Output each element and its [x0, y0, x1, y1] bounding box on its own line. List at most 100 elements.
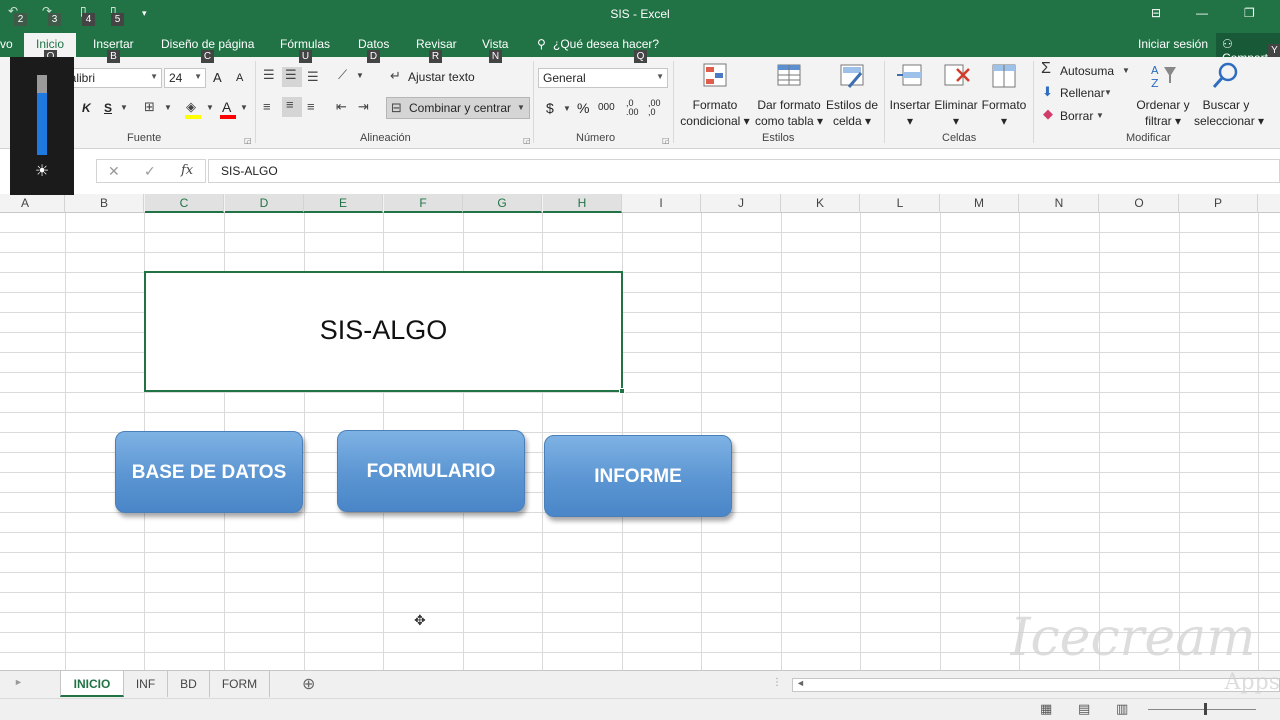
- chevron-down-icon[interactable]: ▼: [120, 103, 128, 112]
- formula-input[interactable]: SIS-ALGO: [208, 159, 1280, 183]
- dialog-launcher-icon[interactable]: ◲: [662, 136, 670, 145]
- find-select-button[interactable]: Buscar y seleccionar ▾: [1194, 61, 1264, 129]
- currency-button[interactable]: $: [546, 100, 554, 116]
- sheet-tab-bd[interactable]: BD: [168, 671, 210, 697]
- scroll-left-icon[interactable]: ◄: [796, 678, 805, 688]
- restore-icon[interactable]: ❐: [1244, 6, 1255, 20]
- ribbon-display-options-icon[interactable]: ⊟: [1151, 6, 1161, 20]
- tab-datos[interactable]: Datos: [358, 37, 389, 51]
- enter-icon[interactable]: ✓: [144, 163, 156, 180]
- formulario-button[interactable]: FORMULARIO: [337, 430, 525, 512]
- column-header-f[interactable]: F: [384, 194, 463, 213]
- column-header-m[interactable]: M: [940, 194, 1019, 213]
- align-bottom-icon[interactable]: ☰: [307, 69, 319, 85]
- column-header-d[interactable]: D: [225, 194, 304, 213]
- conditional-format-button[interactable]: Formato condicional ▾: [678, 61, 752, 129]
- brightness-slider[interactable]: [37, 75, 47, 155]
- align-left-icon[interactable]: ≡: [263, 99, 271, 114]
- column-header-n[interactable]: N: [1020, 194, 1099, 213]
- cell-styles-button[interactable]: Estilos de celda ▾: [826, 61, 878, 129]
- sort-filter-button[interactable]: AZ Ordenar y filtrar ▾: [1134, 61, 1192, 129]
- worksheet-grid[interactable]: SIS-ALGO BASE DE DATOS FORMULARIO INFORM…: [0, 213, 1280, 670]
- tab-revisar[interactable]: Revisar: [416, 37, 457, 51]
- tab-diseno-pagina[interactable]: Diseño de página: [161, 37, 254, 51]
- autosum-button[interactable]: Autosuma: [1060, 64, 1114, 78]
- dialog-launcher-icon[interactable]: ◲: [244, 136, 252, 145]
- number-format-combo[interactable]: General ▼: [538, 68, 668, 88]
- column-header-e[interactable]: E: [304, 194, 383, 213]
- thousands-button[interactable]: 000: [598, 102, 615, 113]
- zoom-slider[interactable]: [1148, 709, 1256, 710]
- fill-down-icon[interactable]: ⬇: [1042, 84, 1053, 100]
- underline-button[interactable]: S: [104, 101, 112, 115]
- decrease-decimal-button[interactable]: ,00 ,0: [648, 99, 668, 117]
- chevron-down-icon[interactable]: ▼: [206, 103, 214, 112]
- chevron-down-icon[interactable]: ▼: [1096, 111, 1104, 120]
- column-header-a[interactable]: A: [0, 194, 65, 213]
- column-header-p[interactable]: P: [1179, 194, 1258, 213]
- chevron-down-icon[interactable]: ▼: [240, 103, 248, 112]
- fill-button[interactable]: Rellenar: [1060, 86, 1105, 100]
- chevron-down-icon[interactable]: ▼: [164, 103, 172, 112]
- column-header-g[interactable]: G: [463, 194, 542, 213]
- tab-insertar[interactable]: Insertar: [93, 37, 134, 51]
- align-right-icon[interactable]: ≡: [307, 99, 315, 114]
- chevron-down-icon[interactable]: ▼: [563, 104, 571, 113]
- sheet-tab-inicio[interactable]: INICIO: [60, 671, 124, 697]
- font-size-combo[interactable]: 24 ▼: [164, 68, 206, 88]
- dialog-launcher-icon[interactable]: ◲: [523, 136, 531, 145]
- column-header-h[interactable]: H: [543, 194, 622, 213]
- sign-in-link[interactable]: Iniciar sesión: [1138, 37, 1208, 51]
- increase-indent-icon[interactable]: ⇥: [358, 99, 369, 115]
- tab-archivo[interactable]: vo: [0, 37, 13, 51]
- fill-color-icon[interactable]: ◈: [186, 99, 196, 115]
- increase-decimal-button[interactable]: ,0 .00: [626, 99, 646, 117]
- sheet-tab-inf[interactable]: INF: [124, 671, 168, 697]
- align-middle-icon[interactable]: ☰: [282, 67, 302, 87]
- base-de-datos-button[interactable]: BASE DE DATOS: [115, 431, 303, 513]
- chevron-down-icon[interactable]: ▼: [1122, 66, 1130, 75]
- column-header-c[interactable]: C: [145, 194, 224, 213]
- splitter-icon[interactable]: ⋮: [772, 677, 782, 688]
- align-top-icon[interactable]: ☰: [263, 67, 275, 83]
- column-header-j[interactable]: J: [702, 194, 781, 213]
- cancel-icon[interactable]: ✕: [108, 163, 120, 180]
- grow-font-button[interactable]: A: [213, 70, 222, 85]
- chevron-down-icon[interactable]: ▼: [1104, 88, 1112, 97]
- borders-icon[interactable]: ⊞: [144, 99, 155, 115]
- insert-function-icon[interactable]: fx: [181, 163, 193, 178]
- italic-button[interactable]: K: [82, 101, 91, 115]
- tell-me-input[interactable]: ¿Qué desea hacer?: [553, 37, 659, 51]
- fill-handle[interactable]: [619, 388, 625, 394]
- insert-cells-button[interactable]: Insertar ▾: [888, 61, 932, 129]
- wrap-text-button[interactable]: Ajustar texto: [408, 70, 475, 84]
- format-cells-button[interactable]: Formato ▾: [980, 61, 1028, 129]
- autosum-icon[interactable]: Σ: [1041, 60, 1051, 78]
- delete-cells-button[interactable]: Eliminar ▾: [934, 61, 978, 129]
- add-sheet-icon[interactable]: ⊕: [302, 674, 315, 694]
- minimize-icon[interactable]: —: [1196, 6, 1208, 20]
- font-color-button[interactable]: A: [222, 99, 231, 115]
- column-header-o[interactable]: O: [1100, 194, 1179, 213]
- informe-button[interactable]: INFORME: [544, 435, 732, 517]
- format-as-table-button[interactable]: Dar formato como tabla ▾: [754, 61, 824, 129]
- shrink-font-button[interactable]: A: [236, 72, 243, 84]
- merge-center-button[interactable]: ⊟ Combinar y centrar ▼: [386, 97, 530, 119]
- column-header-l[interactable]: L: [861, 194, 940, 213]
- column-header-b[interactable]: B: [65, 194, 144, 213]
- percent-button[interactable]: %: [577, 100, 589, 116]
- merged-cell-title[interactable]: SIS-ALGO: [144, 271, 625, 394]
- scroll-sheets-icon[interactable]: ►: [14, 677, 23, 687]
- clear-button[interactable]: Borrar: [1060, 109, 1093, 123]
- orientation-icon[interactable]: ⟋: [338, 67, 347, 83]
- align-center-icon[interactable]: ≡: [282, 97, 302, 117]
- tab-vista[interactable]: Vista: [482, 37, 508, 51]
- column-header-i[interactable]: I: [622, 194, 701, 213]
- decrease-indent-icon[interactable]: ⇤: [336, 99, 347, 115]
- chevron-down-icon[interactable]: ▼: [356, 71, 364, 80]
- sheet-tab-form[interactable]: FORM: [210, 671, 270, 697]
- eraser-icon[interactable]: ◆: [1043, 106, 1053, 122]
- column-header-k[interactable]: K: [781, 194, 860, 213]
- tab-formulas[interactable]: Fórmulas: [280, 37, 330, 51]
- wrap-text-icon[interactable]: ↵: [390, 68, 401, 84]
